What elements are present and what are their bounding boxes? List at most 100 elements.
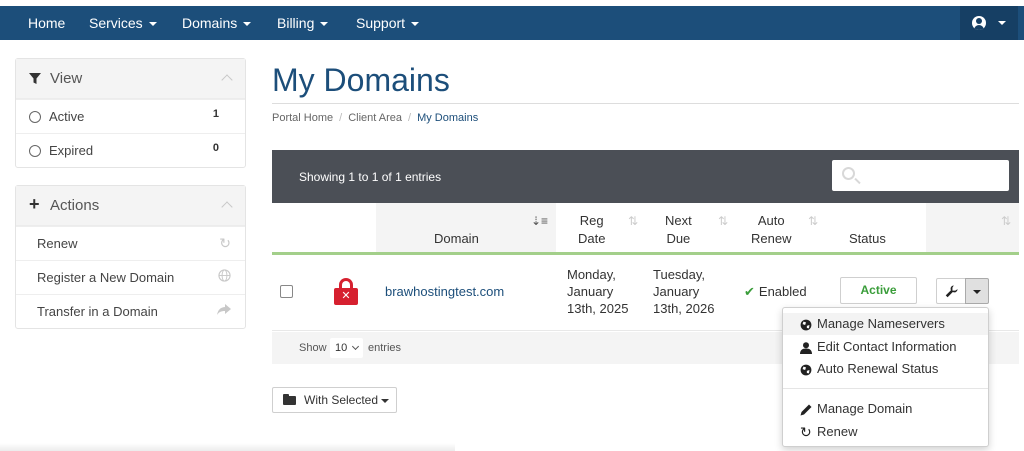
top-navbar: Home Services Domains Billing Support xyxy=(0,6,1024,40)
view-panel-header[interactable]: View xyxy=(16,59,245,99)
menu-divider xyxy=(783,388,988,389)
view-filter-label: Active xyxy=(49,109,85,124)
auto-renew-value: Enabled xyxy=(758,284,807,299)
check-icon: ✔ xyxy=(744,284,755,299)
caret-down-icon xyxy=(381,399,389,403)
user-circle-icon xyxy=(972,16,986,30)
domain-link[interactable]: brawhostingtest.com xyxy=(385,284,504,299)
share-arrow-icon xyxy=(217,303,231,319)
nav-support-label: Support xyxy=(356,15,406,31)
sort-icon: ⇅ xyxy=(627,214,638,228)
nav-services-label: Services xyxy=(89,15,143,31)
breadcrumb-current: My Domains xyxy=(417,112,479,124)
nav-domains-label: Domains xyxy=(182,15,238,31)
view-filter-label: Expired xyxy=(49,143,94,158)
caret-down-icon xyxy=(320,22,329,27)
globe-icon xyxy=(800,313,812,335)
view-panel: View Active 1 Expired 0 xyxy=(15,58,246,168)
caret-down-icon xyxy=(148,22,157,27)
page-title: My Domains xyxy=(272,62,450,98)
col-next-due-header[interactable]: Next Due ⇅ xyxy=(646,203,736,254)
with-selected-button[interactable]: With Selected xyxy=(272,387,397,413)
nav-support[interactable]: Support xyxy=(356,6,420,40)
view-filter-active[interactable]: Active 1 xyxy=(16,99,245,133)
menu-item-auto-renewal[interactable]: Auto Renewal Status xyxy=(783,358,988,380)
nav-services[interactable]: Services xyxy=(89,6,157,40)
bottom-shadow xyxy=(0,443,455,451)
chevron-down-icon xyxy=(351,342,360,351)
menu-item-renew[interactable]: ↻ Renew xyxy=(783,421,988,443)
refresh-icon: ↻ xyxy=(800,424,812,440)
wrench-icon xyxy=(945,285,958,298)
divider xyxy=(272,103,1019,104)
header-accent-line xyxy=(272,252,1019,255)
action-transfer-domain[interactable]: Transfer in a Domain xyxy=(16,294,245,328)
col-status-header[interactable]: Status xyxy=(826,203,926,254)
caret-down-icon xyxy=(998,21,1006,25)
sort-icon: ⇅ xyxy=(717,214,728,228)
breadcrumb-portal-home[interactable]: Portal Home xyxy=(272,112,333,124)
col-status-label: Status xyxy=(849,231,886,246)
col-checkbox-header xyxy=(272,203,316,254)
actions-dropdown-toggle[interactable] xyxy=(965,278,989,304)
radio-icon[interactable] xyxy=(29,111,41,123)
menu-item-manage-domain[interactable]: Manage Domain xyxy=(783,398,988,420)
menu-item-manage-nameservers[interactable]: Manage Nameservers xyxy=(783,313,988,335)
col-auto-renew-header[interactable]: Auto Renew ⇅ xyxy=(736,203,826,254)
action-label: Register a New Domain xyxy=(37,270,175,285)
count-badge: 1 xyxy=(212,108,219,120)
menu-item-label: Renew xyxy=(817,424,858,439)
col-next-due-label: Next Due xyxy=(665,213,692,246)
action-register-domain[interactable]: Register a New Domain xyxy=(16,260,245,294)
col-ssl-header xyxy=(316,203,376,254)
nav-billing-label: Billing xyxy=(277,15,315,31)
with-selected-label: With Selected xyxy=(304,393,379,407)
menu-item-edit-contact[interactable]: Edit Contact Information xyxy=(783,336,988,358)
nav-billing[interactable]: Billing xyxy=(277,6,329,40)
pencil-icon xyxy=(800,398,812,420)
menu-item-label: Edit Contact Information xyxy=(817,339,957,354)
domain-actions-dropdown: Manage Nameservers Edit Contact Informat… xyxy=(782,307,989,447)
action-label: Renew xyxy=(37,236,78,251)
ssl-lock-icon: ✕ xyxy=(334,278,358,305)
showing-entries-text: Showing 1 to 1 of 1 entries xyxy=(299,170,442,184)
col-domain-header[interactable]: Domain ⇣≡ xyxy=(376,203,556,254)
actions-panel: + Actions Renew ↻ Register a New Domain … xyxy=(15,185,246,329)
table-toolbar: Showing 1 to 1 of 1 entries xyxy=(272,150,1019,203)
actions-panel-header[interactable]: + Actions xyxy=(16,186,245,226)
nav-home-label: Home xyxy=(28,15,66,31)
col-reg-date-header[interactable]: Reg Date ⇅ xyxy=(556,203,646,254)
page-size-select[interactable]: 10 xyxy=(330,338,363,358)
breadcrumb-client-area[interactable]: Client Area xyxy=(348,112,402,124)
view-filter-expired[interactable]: Expired 0 xyxy=(16,133,245,167)
search-icon xyxy=(842,167,855,180)
globe-icon xyxy=(218,269,231,285)
manage-button[interactable] xyxy=(936,278,966,304)
count-badge: 0 xyxy=(212,142,219,154)
chevron-up-icon[interactable] xyxy=(221,201,233,213)
user-menu-button[interactable] xyxy=(960,6,1018,40)
col-domain-label: Domain xyxy=(434,231,479,246)
action-label: Transfer in a Domain xyxy=(37,304,158,319)
col-actions-header[interactable]: ⇅ xyxy=(926,203,1019,254)
folder-open-icon xyxy=(283,394,296,405)
globe-icon xyxy=(800,358,812,380)
table-search-input[interactable] xyxy=(832,160,1009,191)
radio-icon[interactable] xyxy=(29,145,41,157)
sort-icon: ⇅ xyxy=(807,214,818,228)
filter-icon xyxy=(29,72,41,88)
caret-down-icon xyxy=(411,22,420,27)
reg-date-cell: Monday, January 13th, 2025 xyxy=(567,267,629,316)
menu-item-label: Manage Nameservers xyxy=(817,316,945,331)
nav-home[interactable]: Home xyxy=(28,6,65,40)
auto-renew-cell: ✔ Enabled xyxy=(744,284,807,300)
menu-item-label: Auto Renewal Status xyxy=(817,361,939,376)
plus-icon: + xyxy=(29,194,40,214)
refresh-icon: ↻ xyxy=(219,235,231,251)
nav-domains[interactable]: Domains xyxy=(182,6,252,40)
chevron-up-icon[interactable] xyxy=(221,74,233,86)
action-renew[interactable]: Renew ↻ xyxy=(16,226,245,260)
view-panel-title: View xyxy=(50,70,83,87)
row-checkbox[interactable] xyxy=(280,285,293,298)
breadcrumb: Portal Home / Client Area / My Domains xyxy=(272,112,479,124)
